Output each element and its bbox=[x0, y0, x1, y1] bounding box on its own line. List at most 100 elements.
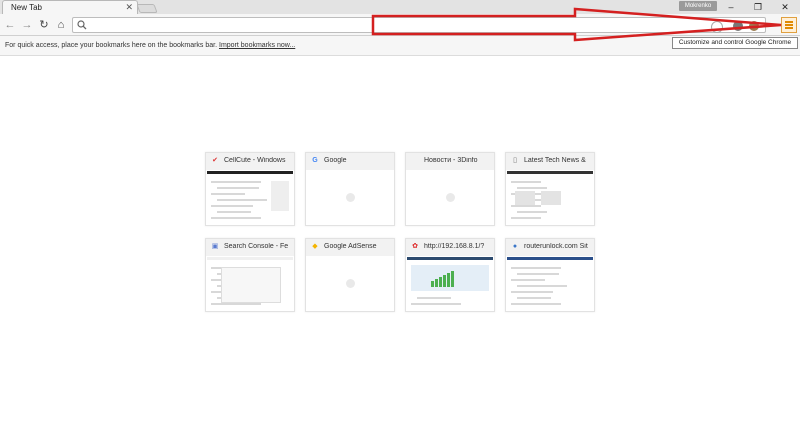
tile-header: G Google bbox=[306, 153, 394, 170]
thumbnail-text-line bbox=[211, 205, 253, 207]
signal-bar bbox=[431, 281, 434, 287]
google-favicon-icon: G bbox=[312, 157, 318, 164]
tile-thumbnail bbox=[207, 257, 293, 311]
blank-favicon-icon bbox=[411, 157, 419, 165]
most-visited-tile[interactable]: ◆ Google AdSense bbox=[305, 238, 395, 312]
most-visited-tile[interactable]: ● routerunlock.com Sit bbox=[505, 238, 595, 312]
tile-title: Новости - 3Dinfo bbox=[424, 157, 478, 164]
thumbnail-header-bar bbox=[407, 257, 493, 260]
tile-title: CellCute - Windows bbox=[224, 157, 286, 164]
tile-thumbnail bbox=[207, 171, 293, 225]
thumbnail-text-line bbox=[511, 217, 541, 219]
thumbnail-header-bar bbox=[207, 257, 293, 260]
bookmarks-prompt: For quick access, place your bookmarks h… bbox=[5, 42, 218, 49]
most-visited-tile[interactable]: ▣ Search Console - Fe bbox=[205, 238, 295, 312]
most-visited-tile[interactable]: ✿ http://192.168.8.1/? bbox=[405, 238, 495, 312]
placeholder-dot bbox=[446, 193, 455, 202]
tile-header: ✔ CellCute - Windows bbox=[206, 153, 294, 170]
import-bookmarks-link[interactable]: Import bookmarks now... bbox=[219, 42, 295, 49]
hamburger-menu-icon bbox=[785, 21, 793, 23]
tab-title: New Tab bbox=[11, 3, 42, 12]
thumbnail-card bbox=[221, 267, 281, 303]
back-button[interactable]: ← bbox=[3, 18, 17, 32]
tile-title: Google AdSense bbox=[324, 243, 377, 250]
thumbnail-text-line bbox=[411, 303, 461, 305]
search-console-favicon-icon: ▣ bbox=[211, 243, 219, 250]
minimize-button[interactable]: – bbox=[718, 0, 744, 14]
thumbnail-text-line bbox=[211, 181, 261, 183]
tile-header: ✿ http://192.168.8.1/? bbox=[406, 239, 494, 256]
new-tab-button[interactable] bbox=[136, 4, 158, 13]
reload-button[interactable]: ↻ bbox=[37, 18, 51, 32]
forward-button[interactable]: → bbox=[20, 18, 34, 32]
thumbnail-image bbox=[515, 191, 535, 205]
signal-bar bbox=[435, 279, 438, 287]
thumbnail-text-line bbox=[511, 267, 561, 269]
toolbar: ← → ↻ ⌂ bbox=[0, 14, 800, 36]
tile-thumbnail bbox=[507, 257, 593, 311]
address-input[interactable] bbox=[89, 19, 709, 31]
thumbnail-header-bar bbox=[207, 171, 293, 174]
extension-icon-2[interactable] bbox=[749, 21, 759, 31]
most-visited-tile[interactable]: G Google bbox=[305, 152, 395, 226]
tile-title: routerunlock.com Sit bbox=[524, 243, 588, 250]
most-visited-tile[interactable]: ▯ Latest Tech News & bbox=[505, 152, 595, 226]
most-visited-tile[interactable]: ✔ CellCute - Windows bbox=[205, 152, 295, 226]
thumbnail-text-line bbox=[517, 297, 551, 299]
bookmark-star-icon[interactable] bbox=[711, 21, 723, 33]
home-button[interactable]: ⌂ bbox=[54, 18, 68, 32]
thumbnail-text-line bbox=[517, 273, 559, 275]
thumbnail-image bbox=[541, 191, 561, 205]
thumbnail-header-bar bbox=[507, 257, 593, 260]
thumbnail-panel bbox=[411, 265, 489, 291]
thumbnail-text-line bbox=[511, 303, 561, 305]
thumbnail-text-line bbox=[517, 187, 547, 189]
thumbnail-header-bar bbox=[507, 171, 593, 174]
placeholder-dot bbox=[346, 279, 355, 288]
thumbnail-text-line bbox=[217, 199, 267, 201]
signal-bar bbox=[439, 277, 442, 287]
signal-bar bbox=[451, 271, 454, 287]
omnibox[interactable] bbox=[72, 17, 766, 33]
profile-button[interactable]: Mokrenko bbox=[679, 1, 717, 11]
tile-thumbnail bbox=[307, 257, 393, 311]
tab-strip: New Tab ✕ Mokrenko – ❐ ✕ bbox=[0, 0, 800, 15]
thumbnail-text-line bbox=[211, 217, 261, 219]
chrome-menu-button[interactable] bbox=[781, 17, 797, 33]
tab-new-tab[interactable]: New Tab ✕ bbox=[2, 0, 138, 15]
huawei-favicon-icon: ✿ bbox=[412, 243, 418, 250]
tile-thumbnail bbox=[507, 171, 593, 225]
tile-header: ▯ Latest Tech News & bbox=[506, 153, 594, 170]
thumbnail-text-line bbox=[511, 181, 541, 183]
signal-bar bbox=[447, 273, 450, 287]
thumbnail-text-line bbox=[217, 211, 251, 213]
thumbnail-text-line bbox=[511, 205, 541, 207]
tile-thumbnail bbox=[307, 171, 393, 225]
tile-title: Latest Tech News & bbox=[524, 157, 586, 164]
menu-tooltip: Customize and control Google Chrome bbox=[672, 37, 798, 49]
adsense-favicon-icon: ◆ bbox=[312, 243, 318, 250]
restore-button[interactable]: ❐ bbox=[745, 0, 771, 14]
page-favicon-icon: ▯ bbox=[513, 157, 517, 164]
tile-thumbnail bbox=[407, 171, 493, 225]
thumbnail-text-line bbox=[211, 193, 245, 195]
close-window-button[interactable]: ✕ bbox=[772, 0, 798, 14]
tile-header: Новости - 3Dinfo bbox=[406, 153, 494, 170]
close-icon[interactable]: ✕ bbox=[125, 2, 133, 13]
thumbnail-text-line bbox=[517, 285, 567, 287]
tile-header: ▣ Search Console - Fe bbox=[206, 239, 294, 256]
tile-title: http://192.168.8.1/? bbox=[424, 243, 485, 250]
thumbnail-sidebar bbox=[271, 181, 289, 211]
signal-bar bbox=[443, 275, 446, 287]
placeholder-dot bbox=[346, 193, 355, 202]
thumbnail-text-line bbox=[517, 211, 547, 213]
tile-title: Search Console - Fe bbox=[224, 243, 289, 250]
thumbnail-text-line bbox=[217, 187, 259, 189]
extension-icon[interactable] bbox=[733, 21, 743, 31]
tile-title: Google bbox=[324, 157, 347, 164]
most-visited-tile[interactable]: Новости - 3Dinfo bbox=[405, 152, 495, 226]
search-icon bbox=[77, 20, 87, 30]
thumbnail-text-line bbox=[511, 291, 553, 293]
tile-header: ◆ Google AdSense bbox=[306, 239, 394, 256]
thumbnail-text-line bbox=[417, 297, 451, 299]
